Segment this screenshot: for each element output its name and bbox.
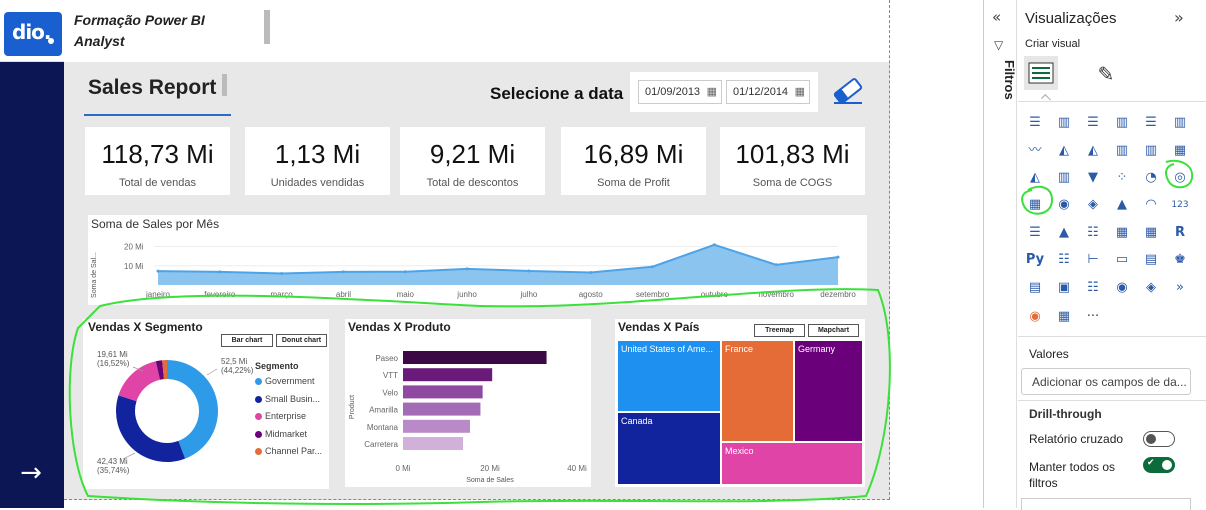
goals-icon[interactable]: ♚	[1169, 249, 1191, 271]
report-header: Formação Power BI Analyst	[64, 0, 890, 62]
chevron-right-icon[interactable]: »	[1174, 8, 1184, 27]
decomposition-tree-icon[interactable]: ⊢	[1082, 249, 1104, 271]
data-point	[774, 263, 778, 267]
power-apps-diamond-icon[interactable]: ◈	[1140, 277, 1162, 299]
qa-icon[interactable]: ▭	[1111, 249, 1133, 271]
format-visual-icon[interactable]: ✎	[1092, 60, 1120, 88]
kpi-card-discounts[interactable]: 9,21 Mi Total de descontos	[400, 127, 545, 195]
matrix-icon[interactable]: ▦	[1140, 222, 1162, 244]
title-underline	[84, 114, 231, 116]
pane-divider	[1018, 101, 1206, 102]
kpi-card-profit[interactable]: 16,89 Mi Soma de Profit	[561, 127, 706, 195]
y-tick-label: 20 Mi	[124, 243, 144, 252]
data-point	[589, 271, 593, 274]
data-point	[836, 255, 840, 259]
clustered-bar-icon[interactable]: ☰	[1082, 112, 1104, 134]
header-divider	[264, 10, 270, 44]
table-icon[interactable]: ▦	[1111, 222, 1133, 244]
stacked-bar-icon[interactable]: ☰	[1024, 112, 1046, 134]
next-field-well[interactable]	[1021, 498, 1191, 510]
data-point	[712, 243, 716, 247]
100-stacked-bar-icon[interactable]: ☰	[1140, 112, 1162, 134]
custom-visual-icon[interactable]: ◉	[1024, 306, 1046, 328]
kpi-card-cogs[interactable]: 101,83 Mi Soma de COGS	[720, 127, 865, 195]
cross-report-toggle[interactable]	[1143, 431, 1175, 447]
visualizations-pane: Visualizações » Criar visual ✎ ☰ ▥ ☰ ▥ ☰…	[1018, 0, 1206, 510]
title-divider	[222, 74, 227, 96]
calendar-icon: ▦	[794, 86, 805, 98]
create-visual-label: Criar visual	[1025, 38, 1081, 50]
data-point	[403, 270, 407, 274]
table-grid-icon	[1028, 62, 1054, 84]
tab-caret	[1041, 94, 1051, 104]
r-script-icon[interactable]: R	[1169, 222, 1191, 244]
date-end-input[interactable]: 01/12/2014 ▦	[726, 80, 810, 104]
data-point	[651, 265, 655, 269]
data-point	[218, 270, 222, 274]
keep-filters-toggle[interactable]: ✔	[1143, 457, 1175, 473]
drillthrough-title: Drill-through	[1029, 407, 1102, 421]
kpi-card-units-sold[interactable]: 1,13 Mi Unidades vendidas	[245, 127, 390, 195]
pane-divider	[1018, 400, 1206, 401]
power-automate-icon[interactable]: ☷	[1082, 277, 1104, 299]
build-visual-tab[interactable]	[1024, 56, 1058, 90]
100-stacked-column-icon[interactable]: ▥	[1169, 112, 1191, 134]
kpi-icon[interactable]: ▲	[1053, 222, 1075, 244]
smart-narrative-icon[interactable]: ▤	[1140, 249, 1162, 271]
arrow-right-icon[interactable]: →	[16, 458, 46, 488]
data-point	[341, 270, 345, 274]
highlight-annotation	[1021, 159, 1194, 215]
dio-logo-badge: dio.	[4, 12, 62, 56]
cross-report-label: Relatório cruzado	[1029, 432, 1124, 446]
multi-row-card-icon[interactable]: ☰	[1024, 222, 1046, 244]
data-point	[280, 271, 284, 275]
chevron-left-icon[interactable]: «	[992, 8, 1001, 26]
paginated-report-icon[interactable]: ▤	[1024, 277, 1046, 299]
eraser-icon[interactable]	[830, 76, 866, 106]
apps-grid-icon[interactable]: ▦	[1053, 306, 1075, 328]
values-label: Valores	[1029, 347, 1069, 361]
page-title: Sales Report	[88, 76, 217, 99]
filters-label[interactable]: Filtros	[1002, 60, 1017, 100]
calendar-icon: ▦	[706, 86, 717, 98]
clustered-column-icon[interactable]: ▥	[1111, 112, 1133, 134]
left-nav	[0, 0, 64, 508]
more-visuals-icon[interactable]: ···	[1082, 306, 1104, 328]
date-label: Selecione a data	[490, 84, 624, 103]
date-slicer: 01/09/2013 ▦ 01/12/2014 ▦	[630, 72, 818, 112]
app-title: Formação Power BI Analyst	[74, 12, 205, 49]
date-start-input[interactable]: 01/09/2013 ▦	[638, 80, 722, 104]
data-point	[527, 269, 531, 273]
key-influencers-icon[interactable]: ☷	[1053, 249, 1075, 271]
pane-divider	[1018, 336, 1206, 337]
pane-title: Visualizações	[1025, 10, 1117, 27]
arcgis-icon[interactable]: ◉	[1111, 277, 1133, 299]
values-drop-field[interactable]: Adicionar os campos de da...	[1021, 368, 1191, 395]
stacked-column-icon[interactable]: ▥	[1053, 112, 1075, 134]
data-point	[156, 269, 160, 273]
keep-filters-label: Manter todos os filtros	[1029, 460, 1116, 490]
y-tick-label: 10 Mi	[124, 262, 144, 271]
highlight-annotation	[68, 288, 891, 505]
flow-icon[interactable]: »	[1169, 277, 1191, 299]
filter-icon: ▽	[994, 38, 1004, 52]
power-apps-icon[interactable]: ▣	[1053, 277, 1075, 299]
python-icon[interactable]: Py	[1024, 249, 1046, 271]
slicer-icon[interactable]: ☷	[1082, 222, 1104, 244]
data-point	[465, 267, 469, 271]
logo: dio.	[0, 0, 64, 62]
kpi-card-total-sales[interactable]: 118,73 Mi Total de vendas	[85, 127, 230, 195]
